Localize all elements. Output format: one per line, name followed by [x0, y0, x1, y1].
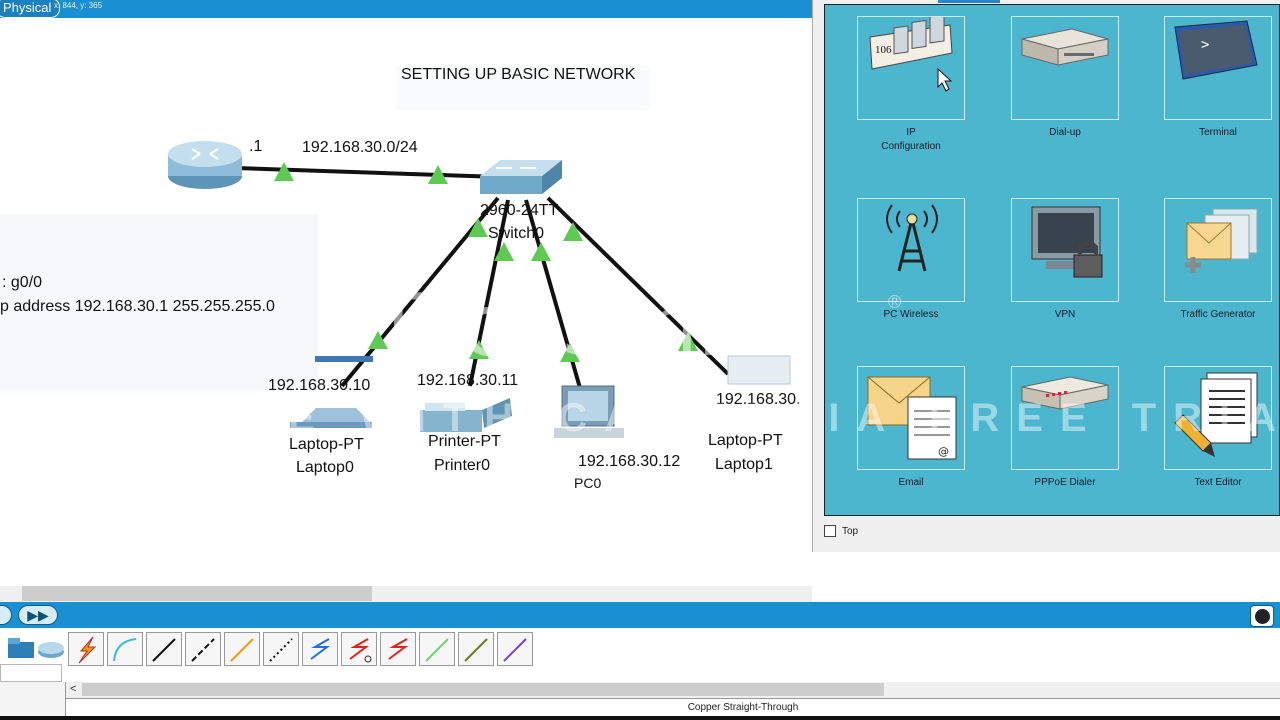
router-icon — [168, 141, 242, 189]
phone-cable-icon — [269, 638, 293, 662]
auto-connection-button[interactable] — [68, 632, 104, 666]
pc0-name: PC0 — [574, 475, 602, 491]
printer0-name: Printer0 — [434, 457, 491, 474]
window-bottom-edge — [0, 716, 1280, 720]
workspace-header-bar: Physical x: 844, y: 365 — [0, 0, 812, 18]
app-label: PC Wireless — [883, 309, 939, 320]
app-label: Email — [898, 477, 924, 488]
app-traffic-generator[interactable]: Traffic Generator — [1138, 198, 1280, 322]
phone-cable-button[interactable] — [263, 632, 299, 666]
desktop-tab-indicator — [938, 0, 1000, 3]
iot-custom-cable-icon — [464, 638, 488, 662]
diagram-title: SETTING UP BASIC NETWORK — [401, 66, 636, 83]
scroll-thumb[interactable] — [22, 586, 372, 601]
copper-straight-through-icon — [152, 638, 176, 662]
auto-connection-icon — [78, 636, 97, 664]
link-light — [531, 242, 551, 261]
device-category-icon[interactable] — [6, 636, 36, 662]
app-vpn[interactable]: VPN — [985, 198, 1145, 322]
serial-dte-icon — [388, 638, 408, 660]
cursor-coordinates: x: 844, y: 365 — [54, 1, 103, 10]
cable-scrollbar[interactable] — [66, 682, 1280, 698]
tab-physical[interactable]: Physical — [0, 0, 61, 18]
app-label: Traffic Generator — [1180, 309, 1256, 320]
usb-cable-icon — [503, 638, 527, 662]
copper-cross-over-button[interactable] — [185, 632, 221, 666]
app-label: Terminal — [1199, 127, 1237, 138]
switch-name-label: Switch0 — [488, 225, 545, 242]
wireless-tower-icon[interactable] — [857, 198, 965, 302]
app-pc-wireless[interactable]: PC Wireless — [831, 198, 991, 322]
selected-cable-label: Copper Straight-Through — [687, 702, 799, 713]
app-dial-up[interactable]: Dial-up — [985, 16, 1145, 140]
app-terminal[interactable]: > Terminal — [1138, 16, 1280, 140]
app-label: IP Configuration — [881, 127, 941, 152]
realtime-mode-button[interactable] — [0, 605, 12, 625]
coaxial-button[interactable] — [302, 632, 338, 666]
traffic-generator-icon[interactable] — [1164, 198, 1272, 302]
techsmith-watermark: TechSmith — [372, 276, 807, 376]
top-checkbox-label: Top — [842, 526, 859, 537]
laptop1-name: Laptop1 — [715, 456, 773, 473]
terminal-prompt: > — [1201, 37, 1209, 53]
copper-straight-through-button[interactable] — [146, 632, 182, 666]
watermark-registered: ® — [888, 292, 902, 312]
router-ip-label: .1 — [249, 138, 263, 155]
scroll-left-arrow[interactable]: < — [70, 683, 76, 695]
device-search-input[interactable] — [0, 664, 62, 682]
note-interface: : g0/0 — [2, 274, 43, 291]
status-bar: Copper Straight-Through — [66, 698, 1280, 716]
ip-config-icon-text: 106 — [875, 44, 892, 56]
octal-button[interactable] — [419, 632, 455, 666]
switch-icon — [480, 160, 562, 194]
link-router-switch — [235, 166, 501, 179]
iot-custom-cable-button[interactable] — [458, 632, 494, 666]
app-ip-configuration[interactable]: 106 IP Configuration — [831, 16, 991, 154]
switch-model-label: 2960-24TT — [480, 202, 559, 219]
console-cable-button[interactable] — [107, 632, 143, 666]
fiber-icon — [230, 638, 254, 662]
top-checkbox[interactable] — [824, 525, 836, 537]
octal-icon — [425, 638, 449, 662]
panel-footer — [0, 682, 66, 716]
device-subcategory-icon[interactable] — [36, 636, 66, 662]
camtasia-watermark: MADE WITH CAMTASIA FREE TRIAL — [146, 396, 1280, 440]
network-label: 192.168.30.0/24 — [302, 139, 418, 156]
note-ip-address: p address 192.168.30.1 255.255.255.0 — [0, 298, 275, 315]
usb-cable-button[interactable] — [497, 632, 533, 666]
laptop0-name: Laptop0 — [296, 459, 354, 476]
ip-config-icon[interactable]: 106 — [857, 16, 965, 120]
simulation-bar: ▶▶ — [0, 602, 1280, 628]
laptop0-ip: 192.168.30.10 — [268, 377, 371, 394]
coaxial-icon — [310, 638, 330, 660]
workspace-horizontal-scrollbar[interactable] — [0, 586, 812, 602]
clock-icon[interactable] — [1250, 605, 1274, 627]
fast-forward-button[interactable]: ▶▶ — [18, 605, 58, 625]
serial-dce-icon — [349, 638, 372, 663]
serial-dte-button[interactable] — [380, 632, 416, 666]
fiber-button[interactable] — [224, 632, 260, 666]
scroll-thumb[interactable] — [82, 683, 884, 696]
vpn-monitor-lock-icon[interactable] — [1011, 198, 1119, 302]
copper-cross-over-icon — [191, 638, 215, 662]
serial-dce-button[interactable] — [341, 632, 377, 666]
pc0-ip: 192.168.30.12 — [578, 453, 681, 470]
app-label: Dial-up — [1049, 127, 1081, 138]
app-label: PPPoE Dialer — [1034, 477, 1096, 488]
console-cable-icon — [113, 638, 137, 662]
terminal-icon[interactable]: > — [1164, 16, 1272, 120]
svg-text:@: @ — [938, 445, 949, 458]
app-label: VPN — [1054, 309, 1076, 320]
modem-icon[interactable] — [1011, 16, 1119, 120]
app-label: Text Editor — [1194, 477, 1242, 488]
